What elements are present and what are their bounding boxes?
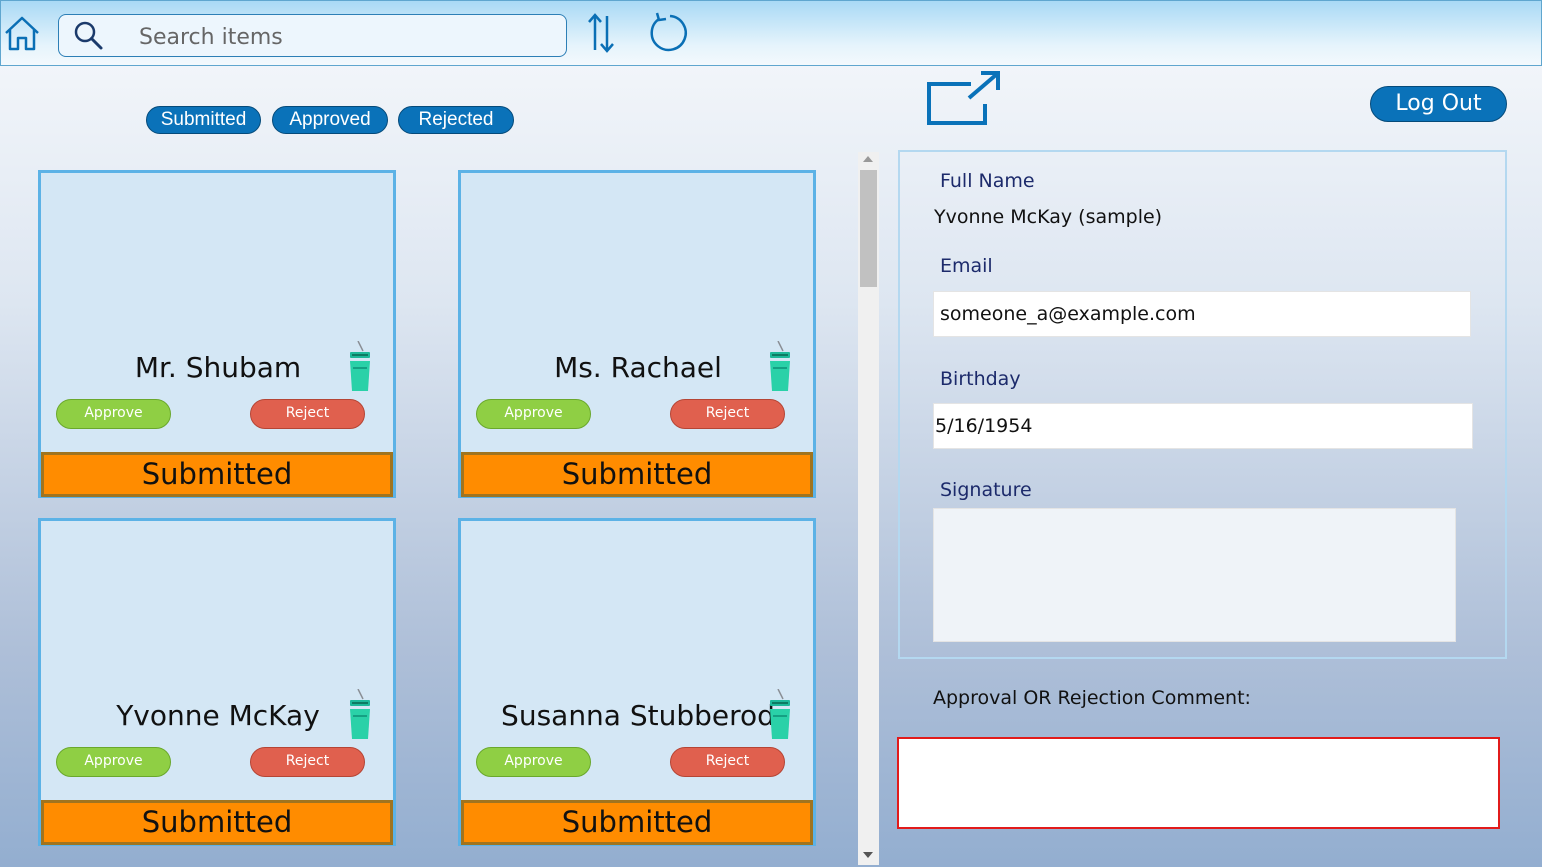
card-name: Mr. Shubam [134, 351, 302, 384]
signature-label: Signature [940, 479, 1032, 501]
card-name: Ms. Rachael [554, 351, 722, 384]
card-name: Yvonne McKay [116, 699, 320, 732]
email-label: Email [940, 255, 993, 277]
birthday-label: Birthday [940, 368, 1021, 390]
scroll-up-arrow-icon[interactable] [863, 156, 873, 162]
gallery-card[interactable]: Yvonne McKay Approve Reject Submitted [38, 518, 396, 846]
approve-button[interactable]: Approve [476, 747, 591, 777]
open-external-icon[interactable] [925, 70, 1003, 128]
filter-approved-button[interactable]: Approved [272, 106, 388, 134]
filter-submitted-button[interactable]: Submitted [146, 106, 261, 134]
approve-button[interactable]: Approve [56, 399, 171, 429]
signature-pad[interactable] [933, 508, 1456, 642]
scroll-down-arrow-icon[interactable] [863, 852, 873, 858]
top-toolbar [0, 0, 1542, 66]
reject-button[interactable]: Reject [670, 747, 785, 777]
comment-label: Approval OR Rejection Comment: [933, 687, 1251, 709]
logout-button[interactable]: Log Out [1370, 86, 1507, 122]
filter-rejected-button[interactable]: Rejected [398, 106, 514, 134]
status-badge: Submitted [461, 452, 813, 497]
trash-icon[interactable] [767, 340, 793, 395]
full-name-value: Yvonne McKay (sample) [934, 206, 1163, 228]
status-badge: Submitted [41, 800, 393, 845]
approve-button[interactable]: Approve [476, 399, 591, 429]
trash-icon[interactable] [347, 688, 373, 743]
trash-icon[interactable] [347, 340, 373, 395]
gallery-card[interactable]: Susanna Stubberod Approve Reject Submitt… [458, 518, 816, 846]
reject-button[interactable]: Reject [250, 747, 365, 777]
comment-input[interactable] [897, 737, 1500, 829]
search-input[interactable] [137, 21, 541, 53]
refresh-icon[interactable] [645, 11, 691, 57]
email-field[interactable] [933, 291, 1471, 337]
gallery-card[interactable]: Mr. Shubam Approve Reject Submitted [38, 170, 396, 498]
home-icon[interactable] [3, 15, 41, 53]
birthday-field[interactable] [933, 403, 1473, 449]
reject-button[interactable]: Reject [670, 399, 785, 429]
gallery-scrollbar[interactable] [858, 152, 879, 865]
card-name: Susanna Stubberod [501, 699, 775, 732]
gallery-card[interactable]: Ms. Rachael Approve Reject Submitted [458, 170, 816, 498]
scrollbar-thumb[interactable] [860, 170, 877, 287]
status-badge: Submitted [41, 452, 393, 497]
status-badge: Submitted [461, 800, 813, 845]
search-box [58, 14, 567, 57]
reject-button[interactable]: Reject [250, 399, 365, 429]
search-icon[interactable] [72, 20, 104, 52]
sort-icon[interactable] [586, 12, 616, 54]
full-name-label: Full Name [940, 170, 1035, 192]
trash-icon[interactable] [767, 688, 793, 743]
approve-button[interactable]: Approve [56, 747, 171, 777]
